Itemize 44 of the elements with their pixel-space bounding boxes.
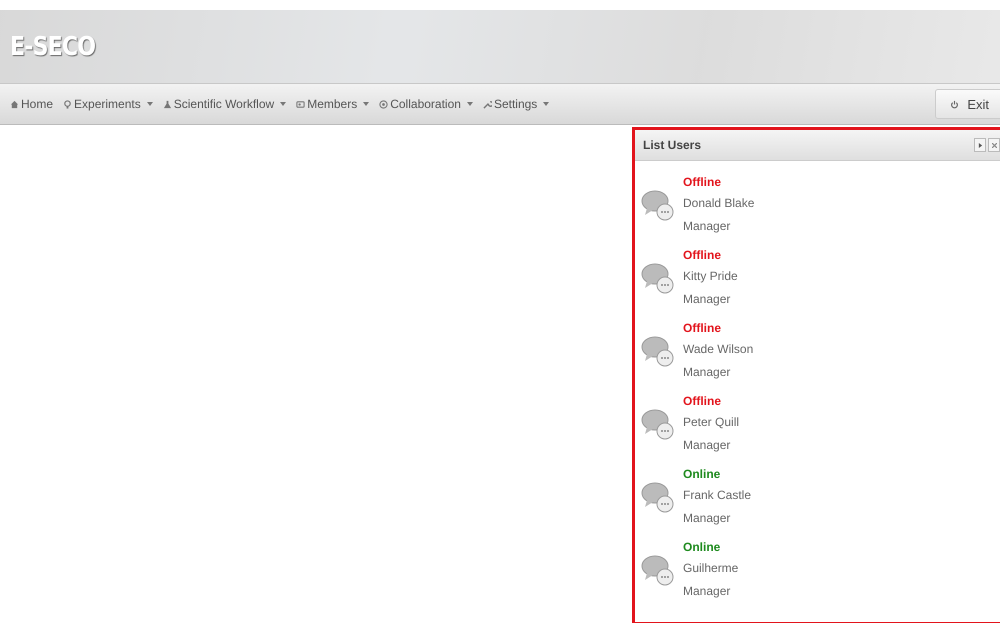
chat-bubbles-icon [641, 480, 675, 514]
user-name: Kitty Pride [683, 268, 738, 284]
user-status: Online [683, 538, 722, 556]
chat-bubbles-icon [641, 406, 675, 440]
nav-menu-item[interactable]: Experiments [63, 97, 153, 111]
chat-bubbles-icon [641, 334, 675, 368]
logo: E-SECO [10, 32, 96, 62]
chat-bubbles-icon [641, 188, 675, 222]
user-name: Peter Quill [683, 414, 740, 430]
chat-bubbles-icon [641, 552, 675, 586]
user-status: Offline [683, 320, 722, 336]
user-name: Donald Blake [683, 194, 754, 212]
panel-title: List Users [643, 138, 702, 152]
nav-menu-item[interactable]: Collaboration [379, 97, 473, 111]
user-name: Frank Castle [683, 486, 752, 504]
user-name: Guilherme [683, 560, 738, 576]
user-role: Manager [683, 436, 732, 454]
user-name: Wade Wilson [683, 340, 754, 358]
user-role: Manager [683, 364, 732, 380]
home-icon [10, 100, 19, 108]
user-role: Manager [683, 218, 732, 234]
members-icon [296, 100, 306, 108]
user-status: Online [683, 466, 722, 482]
flask-icon [162, 100, 172, 108]
user-role: Manager [683, 582, 732, 600]
user-status: Offline [683, 246, 722, 264]
nav-menu-item[interactable]: Settings [482, 97, 550, 111]
chat-bubbles-icon [641, 260, 675, 294]
nav-menu-item[interactable]: Scientific Workflow [162, 97, 286, 111]
power-icon [950, 100, 960, 108]
close-button[interactable] [988, 138, 1000, 152]
close-icon [992, 142, 996, 148]
user-role: Manager [683, 510, 732, 526]
wrench-icon [482, 100, 492, 108]
nav-menu-item[interactable]: Members [296, 97, 370, 111]
play-icon [978, 142, 982, 148]
lightbulb-icon [63, 100, 72, 108]
user-role: Manager [683, 290, 732, 308]
user-status: Offline [683, 174, 722, 190]
globe-icon [379, 100, 388, 108]
user-status: Offline [683, 392, 722, 410]
exit-button[interactable]: Exit [935, 89, 1000, 119]
expand-button[interactable] [974, 138, 986, 152]
nav-menu-item[interactable]: Home [10, 97, 54, 111]
